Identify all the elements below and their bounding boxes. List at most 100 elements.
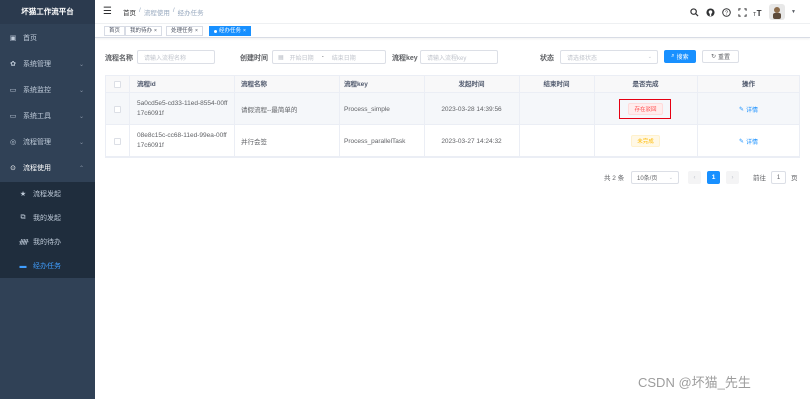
font-size-icon[interactable]: TT (753, 7, 763, 17)
sidebar-item-flow-use[interactable]: ⊙ 流程使用 ⌃ (0, 156, 95, 180)
row-checkbox[interactable] (114, 105, 121, 113)
refresh-icon: ↻ (710, 54, 716, 60)
edit-icon: ✎ (738, 138, 744, 145)
end-date-placeholder: 结束日期 (331, 55, 356, 62)
cell-flow-key: Process_parallelTask (344, 137, 406, 145)
cell-flow-id: 5a0cd5e5-cd33-11ed-8554-00ff 17c6091f (129, 93, 234, 125)
tag-label: 首页 (109, 27, 121, 34)
table-row: 5a0cd5e5-cd33-11ed-8554-00ff 17c6091f 请假… (106, 93, 799, 125)
pagination-total: 共 2 条 (604, 175, 625, 182)
fullscreen-icon[interactable] (737, 7, 747, 17)
sidebar-item-system-tools[interactable]: ▭ 系统工具 ⌄ (0, 104, 95, 128)
flow-id-line: 5a0cd5e5-cd33-11ed-8554-00ff (137, 100, 228, 107)
chevron-up-icon: ⌃ (78, 165, 84, 172)
close-icon[interactable]: × (154, 27, 157, 36)
column-divider (697, 76, 698, 157)
dash-icon: ▬ (19, 262, 27, 270)
sidebar-item-label: 系统管理 (23, 61, 51, 68)
chevron-left-icon: ‹ (693, 174, 696, 181)
create-time-range[interactable]: ▦ 开始日期 - 结束日期 (272, 50, 386, 64)
table-row: 08e8c15c-cc68-11ed-99ea-00ff 17c6091f 并行… (106, 125, 799, 157)
header-actions: ? TT ▼ (689, 4, 796, 20)
cell-actions: ✎ 详情 (697, 93, 800, 125)
page-size-value: 10条/页 (637, 176, 658, 182)
flow-use-icon: ⊙ (10, 165, 16, 172)
page-suffix: 页 (791, 175, 798, 182)
reset-button[interactable]: ↻ 重置 (702, 50, 739, 63)
sidebar: 坏猫工作流平台 ▣ 首页 ✿ 系统管理 ⌄ ▭ 系统监控 ⌄ ▭ 系统工具 ⌄ … (0, 0, 95, 399)
hamburger-icon[interactable]: ☰ (103, 6, 113, 17)
tag-my-todo[interactable]: 我的待办 × (125, 26, 162, 36)
cell-end-time (519, 125, 594, 157)
detail-link-label: 详情 (746, 139, 759, 146)
question-icon[interactable]: ? (721, 7, 731, 17)
page-size-select[interactable]: 10条/页 ⌄ (631, 171, 679, 184)
detail-link-label: 详情 (746, 107, 759, 114)
cell-start-time: 2023-03-27 14:24:32 (441, 137, 502, 145)
sidebar-item-home[interactable]: ▣ 首页 (0, 26, 95, 50)
status-select[interactable]: 请选择状态 ⌄ (560, 50, 658, 64)
select-all-checkbox[interactable] (114, 81, 121, 88)
github-icon[interactable] (705, 7, 715, 17)
flow-name-input[interactable]: 请输入流程名称 (137, 50, 215, 64)
sidebar-item-system-monitor[interactable]: ▭ 系统监控 ⌄ (0, 78, 95, 102)
app-title: 坏猫工作流平台 (0, 0, 95, 24)
submenu-flow-use: ★ 流程发起 ⧉ 我的发起 ᚏ 我的待办 ▬ 经办任务 (0, 182, 95, 278)
user-icon: ᚏ (19, 239, 29, 246)
sidebar-subitem-handled-tasks[interactable]: ▬ 经办任务 (0, 254, 95, 278)
row-select-cell (106, 93, 129, 125)
flow-key-label: 流程key (392, 55, 418, 62)
avatar[interactable] (769, 4, 786, 20)
chevron-right-icon: › (731, 174, 734, 181)
prev-page-button[interactable]: ‹ (688, 171, 701, 184)
tag-home[interactable]: 首页 (104, 26, 126, 36)
detail-link[interactable]: ✎ 详情 (739, 137, 758, 146)
search-icon[interactable] (689, 7, 699, 17)
create-time-label: 创建时间 (240, 55, 268, 62)
sidebar-subitem-label: 我的发起 (33, 215, 61, 222)
tag-process-task[interactable]: 处理任务 × (166, 26, 203, 36)
status-label: 状态 (540, 55, 554, 62)
header-flow-name: 流程名称 (241, 81, 267, 88)
edit-icon: ✎ (738, 106, 744, 113)
detail-link[interactable]: ✎ 详情 (739, 105, 758, 114)
tool-icon: ▭ (9, 113, 17, 120)
status-placeholder: 请选择状态 (567, 55, 598, 62)
search-button[interactable]: ⌕ 搜索 (664, 50, 696, 63)
cell-flow-name: 请假流程--最简单的 (241, 107, 298, 114)
caret-down-icon[interactable]: ▼ (791, 9, 796, 15)
breadcrumb-current: 经办任务 (177, 9, 204, 17)
chevron-down-icon: ⌄ (78, 139, 84, 146)
sidebar-subitem-my-started[interactable]: ⧉ 我的发起 (0, 206, 95, 230)
select-all-cell (106, 76, 129, 93)
monitor-icon: ▭ (9, 87, 17, 94)
close-icon[interactable]: × (243, 27, 246, 36)
header-flow-id: 流程id (137, 81, 156, 88)
tags-view: 首页 我的待办 × 处理任务 × 经办任务 × (95, 24, 810, 38)
next-page-button[interactable]: › (726, 171, 739, 184)
start-date-placeholder: 开始日期 (289, 55, 314, 62)
row-checkbox[interactable] (114, 137, 121, 145)
sidebar-subitem-my-todo[interactable]: ᚏ 我的待办 (0, 230, 95, 254)
breadcrumb-home[interactable]: 首页 (123, 7, 136, 17)
chevron-down-icon: ⌄ (668, 174, 673, 181)
header-start-time: 发起时间 (458, 81, 485, 88)
sidebar-item-flow-manage[interactable]: ◎ 流程管理 ⌄ (0, 130, 95, 154)
row-select-cell (106, 125, 129, 157)
breadcrumb-separator: / (172, 6, 175, 14)
close-icon[interactable]: × (195, 27, 198, 36)
cell-flow-id: 08e8c15c-cc68-11ed-99ea-00ff 17c6091f (129, 125, 234, 157)
cell-end-time (519, 93, 594, 125)
header-is-complete: 是否完成 (632, 81, 659, 88)
flow-key-input[interactable]: 请输入流程key (420, 50, 498, 64)
navbar: ☰ 首页 / 流程使用 / 经办任务 ? TT ▼ (95, 0, 810, 24)
sidebar-item-system-manage[interactable]: ✿ 系统管理 ⌄ (0, 52, 95, 76)
header-actions: 操作 (742, 81, 755, 88)
goto-page-input[interactable]: 1 (771, 171, 786, 184)
tag-handled-tasks[interactable]: 经办任务 × (209, 26, 251, 36)
chevron-down-icon: ⌄ (78, 61, 84, 68)
search-icon: ⌕ (671, 53, 675, 59)
sidebar-subitem-start-flow[interactable]: ★ 流程发起 (0, 182, 95, 206)
tag-label: 经办任务 (219, 27, 242, 34)
page-number-current[interactable]: 1 (707, 171, 720, 184)
